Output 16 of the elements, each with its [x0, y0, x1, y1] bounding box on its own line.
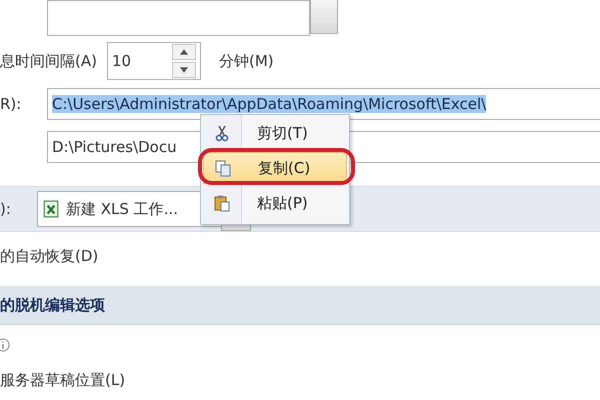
field-label: 服务器草稿位置(L) — [0, 370, 126, 390]
menu-item[interactable]: 复制(C) — [203, 152, 347, 184]
checkbox-label: 的自动恢复(D) — [0, 246, 98, 266]
menu-item[interactable]: 剪切(T) — [203, 117, 347, 149]
scissors-icon — [213, 124, 231, 142]
info-icon — [0, 338, 10, 352]
field-label: 息时间间隔(A) — [0, 52, 97, 70]
field-label: R): — [0, 95, 22, 113]
number-spinner[interactable]: 10 — [106, 42, 201, 80]
unit-label: 分钟(M) — [218, 52, 274, 70]
section-title: 的脱机编辑选项 — [0, 296, 105, 314]
text-field[interactable] — [47, 0, 310, 36]
spreadsheet-icon — [42, 200, 60, 218]
field-label: ): — [0, 200, 12, 218]
clipboard-icon — [213, 194, 231, 212]
copy-icon — [214, 159, 232, 177]
